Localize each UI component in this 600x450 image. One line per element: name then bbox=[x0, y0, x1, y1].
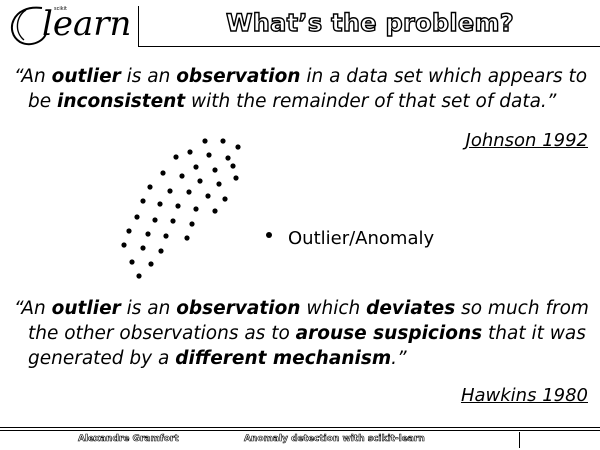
inlier-dot bbox=[179, 173, 185, 179]
inlier-dot bbox=[173, 154, 179, 160]
footer-divider bbox=[0, 427, 600, 428]
quote-text: so much from bbox=[455, 298, 589, 319]
quote-text: generated by a bbox=[28, 348, 176, 369]
quote-emphasis: outlier bbox=[51, 298, 121, 319]
quote-text: the other observations as to bbox=[28, 323, 296, 344]
quote-emphasis: observation bbox=[176, 298, 301, 319]
slide: scikit learn What’s the problem? “An out… bbox=[0, 0, 600, 450]
inlier-dot bbox=[157, 201, 163, 207]
footer-topic: Anomaly detection with scikit-learn bbox=[244, 434, 425, 445]
inlier-dot bbox=[140, 198, 146, 204]
inlier-dot bbox=[140, 245, 146, 251]
inlier-dot bbox=[235, 144, 241, 150]
inlier-dot bbox=[121, 242, 127, 248]
inlier-dot bbox=[145, 231, 151, 237]
quote-text: “An bbox=[14, 298, 52, 319]
inlier-dot bbox=[148, 261, 154, 267]
quote-emphasis: deviates bbox=[366, 298, 456, 319]
outlier-label: Outlier/Anomaly bbox=[288, 228, 435, 249]
inlier-dot bbox=[184, 235, 190, 241]
quote-emphasis: different mechanism bbox=[175, 348, 392, 369]
inlier-dot bbox=[158, 248, 164, 254]
inlier-dot bbox=[206, 152, 212, 158]
footer-author: Alexandre Gramfort bbox=[78, 434, 179, 445]
quote-text: which bbox=[300, 298, 367, 319]
inlier-dot bbox=[233, 175, 239, 181]
inlier-dot bbox=[216, 181, 222, 187]
inlier-dot bbox=[193, 164, 199, 170]
inlier-dot bbox=[129, 259, 135, 265]
inlier-dot bbox=[220, 138, 226, 144]
inlier-dot bbox=[163, 233, 169, 239]
inlier-dot bbox=[147, 184, 153, 190]
footer-tick bbox=[519, 432, 520, 448]
inlier-dot bbox=[230, 163, 236, 169]
inlier-dot bbox=[222, 196, 228, 202]
quote-line-2: the other observations as to arouse susp… bbox=[14, 321, 594, 346]
footer-divider-2 bbox=[0, 430, 600, 431]
inlier-dot bbox=[187, 149, 193, 155]
quote-text: that it was bbox=[482, 323, 586, 344]
inlier-dot bbox=[197, 178, 203, 184]
inlier-dot bbox=[225, 155, 231, 161]
scatter-illustration bbox=[121, 138, 241, 279]
outlier-legend: Outlier/Anomaly bbox=[266, 228, 434, 249]
inlier-dot bbox=[136, 273, 142, 279]
inlier-dot bbox=[167, 188, 173, 194]
inlier-dot bbox=[212, 208, 218, 214]
inlier-dot bbox=[175, 203, 181, 209]
quote-text: is an bbox=[120, 298, 177, 319]
inlier-dot bbox=[134, 214, 140, 220]
quote-emphasis: arouse suspicions bbox=[295, 323, 483, 344]
quote-hawkins: “An outlier is an observation which devi… bbox=[14, 296, 594, 371]
inlier-dot bbox=[160, 170, 166, 176]
inlier-dot bbox=[186, 189, 192, 195]
quote-line-3: generated by a different mechanism.” bbox=[14, 346, 594, 371]
inlier-dot bbox=[170, 218, 176, 224]
citation-hawkins: Hawkins 1980 bbox=[460, 385, 588, 406]
inlier-dot bbox=[189, 221, 195, 227]
inlier-dot bbox=[202, 138, 208, 144]
inlier-dot bbox=[193, 206, 199, 212]
outlier-dot-icon bbox=[266, 232, 272, 238]
inlier-dot bbox=[212, 167, 218, 173]
inlier-dot bbox=[152, 217, 158, 223]
inlier-dot bbox=[126, 228, 132, 234]
inlier-dot bbox=[205, 193, 211, 199]
quote-text: .” bbox=[391, 348, 407, 369]
